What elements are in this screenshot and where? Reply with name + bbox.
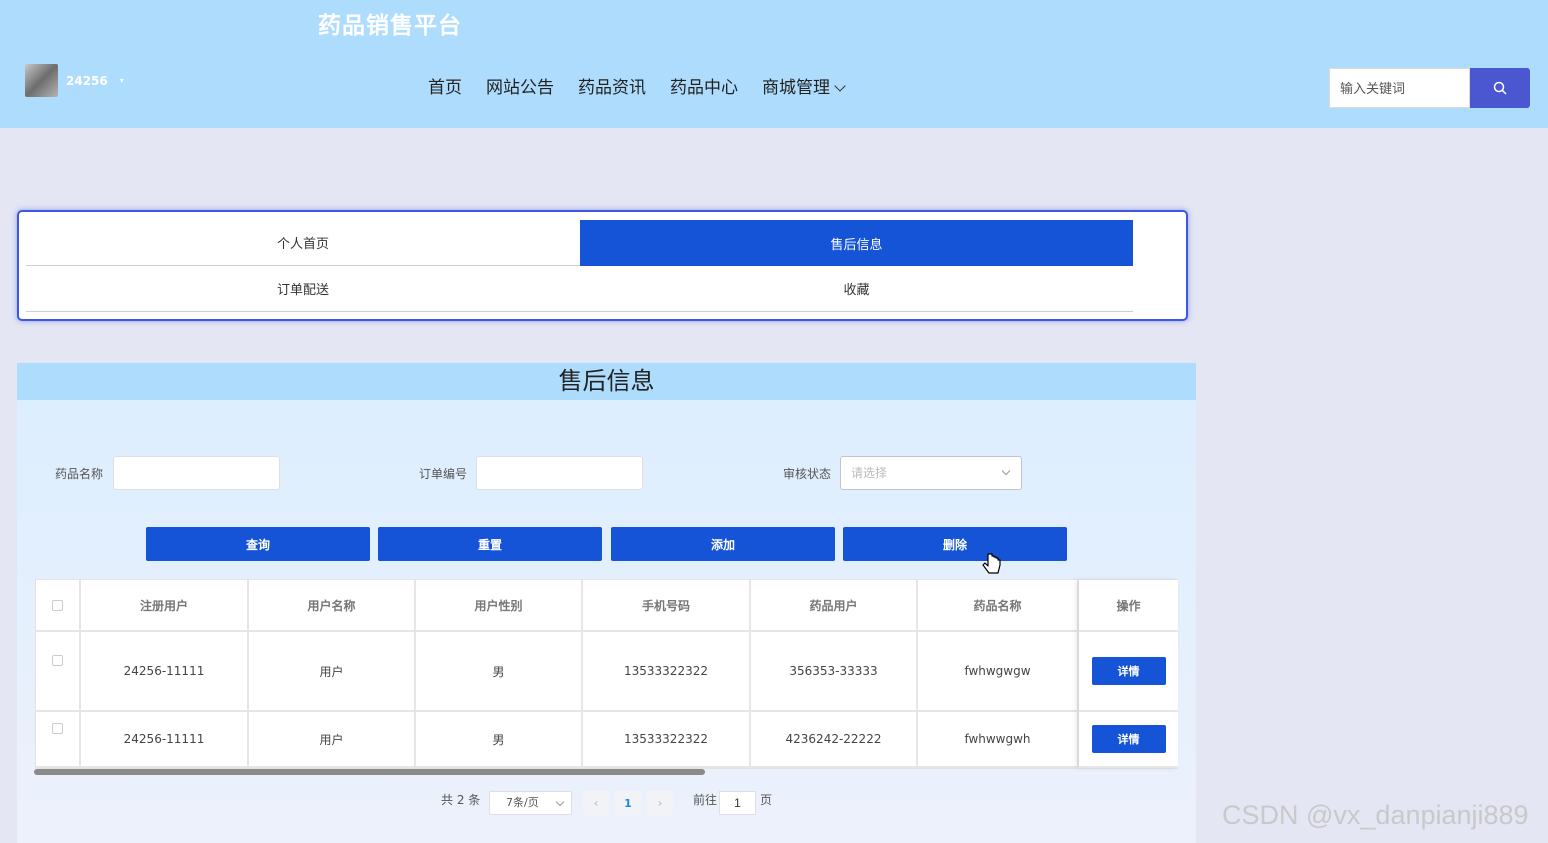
drug-name-label: 药品名称 [55,467,104,481]
operation-cell: 详情 [1079,712,1178,768]
table-cell: 24256-11111 [81,632,249,712]
nav-mall-management[interactable]: 商城管理 [762,76,846,100]
table-cell: 用户 [249,712,416,768]
search-button[interactable] [1470,68,1530,108]
tab-personal-home[interactable]: 个人首页 [26,220,580,266]
search-bar [1329,68,1530,108]
page-size-value: 7条/页 [506,796,539,809]
nav-drug-center[interactable]: 药品中心 [670,76,738,100]
tab-favorites[interactable]: 收藏 [580,266,1133,312]
table-cell: 4236242-22222 [751,712,918,768]
table-cell: 男 [416,632,583,712]
table-horizontal-scrollbar[interactable] [34,769,705,775]
goto-page-input[interactable] [719,791,756,815]
watermark: CSDN @vx_danpianji889 [1222,800,1529,830]
page-number-current[interactable]: 1 [615,791,641,815]
search-input[interactable] [1329,68,1470,108]
table-cell: fwhwwgwh [918,712,1079,768]
drug-name-input[interactable] [113,456,280,490]
table-cell: 24256-11111 [81,712,249,768]
page-suffix: 页 [760,793,773,807]
row-checkbox[interactable] [52,654,63,666]
table-cell: 用户 [249,632,416,712]
pagination-total: 共 2 条 [441,793,481,807]
row-checkbox[interactable] [52,722,63,734]
table-cell: 13533322322 [583,712,751,768]
nav-announcements[interactable]: 网站公告 [486,76,554,100]
chevron-right-icon: › [657,796,663,810]
top-header: 药品销售平台 24256 ▾ 首页 网站公告 药品资讯 药品中心 商城管理 [0,0,1548,128]
site-title: 药品销售平台 [318,13,462,39]
row-select-cell [36,712,81,768]
table-cell: 13533322322 [583,632,751,712]
table-cell: 356353-33333 [751,632,918,712]
after-sales-table: 注册用户 用户名称 用户性别 手机号码 药品用户 药品名称 24256-1111… [35,579,1178,769]
review-status-placeholder: 请选择 [851,466,888,480]
user-center-menu: 个人首页 售后信息 订单配送 收藏 [17,210,1188,321]
page-size-select[interactable]: 7条/页 [489,791,572,815]
col-user-name: 用户名称 [249,580,416,632]
table-cell: 男 [416,712,583,768]
username[interactable]: 24256 [66,74,108,88]
goto-label: 前往 [693,793,718,807]
table-cell: fwhwgwgw [918,632,1079,712]
col-phone: 手机号码 [583,580,751,632]
chevron-down-icon [1001,466,1011,476]
query-button[interactable]: 查询 [146,527,370,561]
chevron-down-icon [834,79,846,92]
review-status-select[interactable]: 请选择 [840,456,1022,490]
page-title: 售后信息 [17,363,1196,400]
select-all-checkbox[interactable] [52,599,63,611]
nav-drug-news[interactable]: 药品资讯 [578,76,646,100]
row-select-cell [36,632,81,712]
next-page-button[interactable]: › [647,791,673,815]
detail-button[interactable]: 详情 [1091,725,1166,753]
after-sales-panel: 售后信息 药品名称 订单编号 审核状态 请选择 查询 重置 添加 删除 注册用户… [17,363,1196,843]
chevron-down-icon [555,797,565,807]
col-drug-user: 药品用户 [751,580,918,632]
caret-down-icon[interactable]: ▾ [120,76,124,85]
reset-button[interactable]: 重置 [378,527,602,561]
col-registered-user: 注册用户 [81,580,249,632]
main-nav: 首页 网站公告 药品资讯 药品中心 商城管理 [428,76,868,100]
operation-column: 操作 详情 详情 [1079,580,1178,768]
col-drug-name: 药品名称 [918,580,1079,632]
select-all-cell [36,580,81,632]
review-status-label: 审核状态 [783,467,832,481]
hand-cursor-icon [982,553,1001,574]
nav-mall-management-label: 商城管理 [762,78,830,98]
col-operation: 操作 [1079,580,1178,632]
search-icon [1493,81,1507,95]
order-no-label: 订单编号 [419,467,468,481]
user-menu[interactable]: 24256 ▾ [25,64,124,97]
chevron-left-icon: ‹ [593,796,599,810]
detail-button[interactable]: 详情 [1091,657,1166,685]
tab-order-delivery[interactable]: 订单配送 [26,266,580,312]
operation-cell: 详情 [1079,632,1178,712]
prev-page-button[interactable]: ‹ [583,791,609,815]
avatar[interactable] [25,64,58,97]
delete-button[interactable]: 删除 [843,527,1067,561]
tab-after-sales[interactable]: 售后信息 [580,220,1133,266]
nav-home[interactable]: 首页 [428,76,462,100]
order-no-input[interactable] [476,456,643,490]
add-button[interactable]: 添加 [611,527,835,561]
col-user-gender: 用户性别 [416,580,583,632]
